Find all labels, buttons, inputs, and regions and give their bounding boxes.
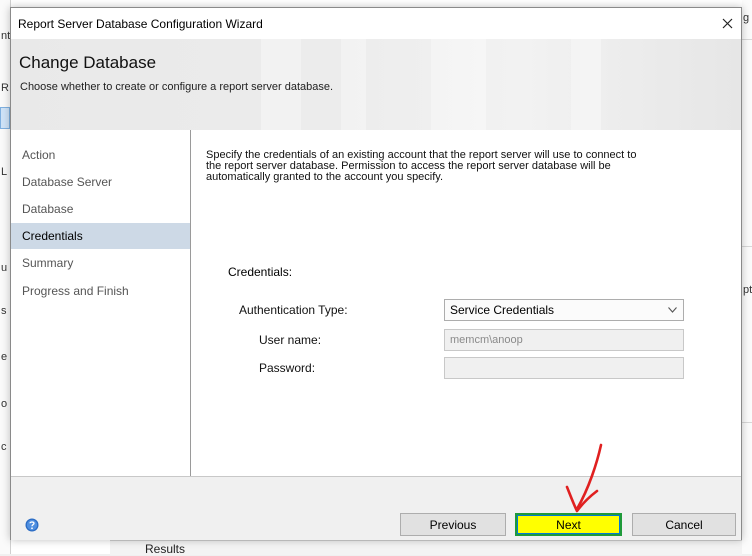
credentials-panel: Specify the credentials of an existing a… — [191, 130, 741, 476]
background-text-fragment: pt — [743, 284, 752, 296]
background-text-fragment: R — [1, 82, 9, 94]
nav-item-database-server[interactable]: Database Server — [11, 169, 190, 195]
password-field[interactable] — [444, 357, 684, 379]
background-divider — [742, 422, 752, 423]
close-button[interactable] — [713, 8, 741, 38]
close-icon — [722, 18, 732, 28]
wizard-steps-nav: Action Database Server Database Credenti… — [11, 130, 191, 476]
background-divider — [742, 246, 752, 247]
background-text-fragment: g — [743, 12, 750, 24]
help-button[interactable] — [25, 518, 39, 532]
background-text-fragment: u — [1, 262, 8, 274]
credentials-heading: Credentials: — [228, 265, 293, 279]
authentication-type-label: Authentication Type: — [239, 303, 348, 317]
authentication-type-dropdown[interactable]: Service Credentials — [444, 299, 684, 321]
background-text-fragment: e — [1, 351, 8, 363]
wizard-header-banner: Change Database Choose whether to create… — [11, 39, 741, 130]
authentication-type-value: Service Credentials — [450, 303, 555, 317]
title-bar: Report Server Database Configuration Wiz… — [11, 8, 741, 39]
background-text-fragment: o — [1, 398, 8, 410]
nav-item-credentials[interactable]: Credentials — [11, 223, 190, 249]
page-subtitle: Choose whether to create or configure a … — [20, 81, 334, 93]
nav-item-summary[interactable]: Summary — [11, 250, 190, 276]
wizard-dialog: Report Server Database Configuration Wiz… — [10, 7, 742, 540]
background-selected-item — [0, 107, 10, 129]
next-button[interactable]: Next — [515, 513, 622, 536]
nav-item-progress-and-finish[interactable]: Progress and Finish — [11, 278, 190, 304]
wizard-footer: Previous Next Cancel — [11, 476, 741, 540]
cancel-button[interactable]: Cancel — [632, 513, 736, 536]
background-divider — [742, 39, 752, 40]
background-results-bar: Results — [110, 540, 742, 556]
instructions-line: automatically granted to the account you… — [206, 171, 444, 183]
instructions-text: Specify the credentials of an existing a… — [206, 150, 711, 183]
username-label: User name: — [259, 333, 322, 347]
dialog-title: Report Server Database Configuration Wiz… — [18, 17, 263, 31]
previous-button[interactable]: Previous — [400, 513, 506, 536]
nav-item-action[interactable]: Action — [11, 142, 190, 168]
nav-item-database[interactable]: Database — [11, 196, 190, 222]
background-text-fragment: L — [1, 166, 8, 178]
background-text-fragment: s — [1, 305, 7, 317]
chevron-down-icon — [666, 300, 678, 320]
background-text-fragment: c — [1, 441, 7, 453]
help-icon — [25, 518, 39, 532]
background-right-panel: g pt — [742, 0, 752, 554]
username-field[interactable]: memcm\anoop — [444, 329, 684, 351]
background-text-fragment: nt — [1, 30, 11, 42]
page-title: Change Database — [19, 53, 157, 72]
password-label: Password: — [259, 361, 316, 375]
